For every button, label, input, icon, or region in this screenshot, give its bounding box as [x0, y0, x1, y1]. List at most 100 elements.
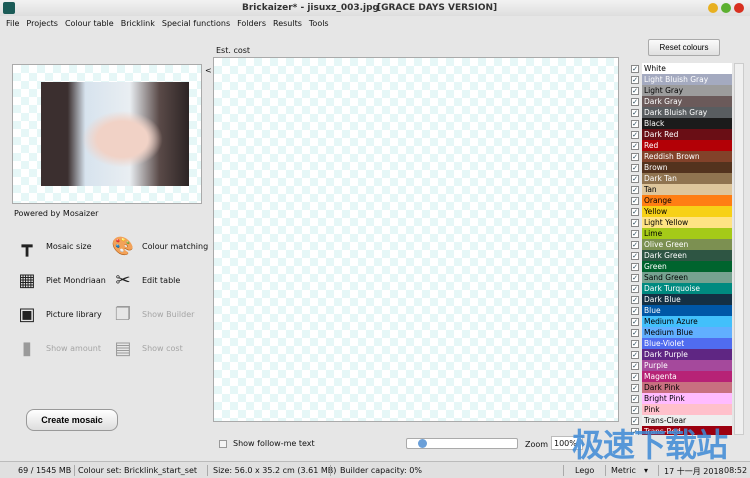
colour-checkbox[interactable]: ✓ [631, 185, 639, 194]
follow-me-checkbox[interactable] [219, 439, 227, 448]
memory-status: 69 / 1545 MB [18, 466, 72, 475]
create-mosaic-button[interactable]: Create mosaic [26, 409, 118, 431]
colour-item[interactable]: ✓ Dark Bluish Gray [629, 107, 732, 118]
tool-label: Show Builder [142, 309, 195, 319]
collapse-panel-button[interactable]: < [205, 66, 212, 75]
minimize-button[interactable] [708, 3, 718, 13]
colour-item[interactable]: ✓ Pink [629, 404, 732, 415]
colour-item[interactable]: ✓ Dark Purple [629, 349, 732, 360]
colour-list-scrollbar[interactable] [734, 63, 744, 435]
colour-item[interactable]: ✓ Dark Tan [629, 173, 732, 184]
menu-bricklink[interactable]: Bricklink [121, 19, 155, 28]
menu-tools[interactable]: Tools [309, 19, 329, 28]
colour-item[interactable]: ✓ Dark Blue [629, 294, 732, 305]
colour-checkbox[interactable]: ✓ [631, 108, 639, 117]
grid-icon: ▦ [18, 269, 36, 291]
menu-colour-table[interactable]: Colour table [65, 19, 114, 28]
menu-results[interactable]: Results [273, 19, 302, 28]
colour-checkbox[interactable]: ✓ [631, 372, 639, 381]
colour-checkbox[interactable]: ✓ [631, 295, 639, 304]
colour-checkbox[interactable]: ✓ [631, 218, 639, 227]
reset-colours-button[interactable]: Reset colours [648, 39, 720, 56]
follow-me-toggle[interactable]: Show follow-me text [219, 439, 315, 448]
colour-item[interactable]: ✓ Olive Green [629, 239, 732, 250]
maximize-button[interactable] [721, 3, 731, 13]
colour-item[interactable]: ✓ Green [629, 261, 732, 272]
show-cost-button[interactable]: ▤ Show cost [112, 337, 182, 359]
colour-item[interactable]: ✓ Red [629, 140, 732, 151]
colour-checkbox[interactable]: ✓ [631, 328, 639, 337]
colour-item[interactable]: ✓ Orange [629, 195, 732, 206]
colour-item[interactable]: ✓ Bright Pink [629, 393, 732, 404]
zoom-slider-thumb[interactable] [418, 439, 427, 448]
colour-checkbox[interactable]: ✓ [631, 64, 639, 73]
colour-item[interactable]: ✓ Medium Blue [629, 327, 732, 338]
colour-checkbox[interactable]: ✓ [631, 119, 639, 128]
colour-checkbox[interactable]: ✓ [631, 306, 639, 315]
zoom-label: Zoom [525, 440, 549, 449]
colour-checkbox[interactable]: ✓ [631, 240, 639, 249]
colour-item[interactable]: ✓ Sand Green [629, 272, 732, 283]
colour-checkbox[interactable]: ✓ [631, 229, 639, 238]
colour-checkbox[interactable]: ✓ [631, 273, 639, 282]
colour-item[interactable]: ✓ Dark Turquoise [629, 283, 732, 294]
colour-checkbox[interactable]: ✓ [631, 284, 639, 293]
units-dropdown[interactable]: Metric [611, 466, 636, 475]
colour-item[interactable]: ✓ Blue [629, 305, 732, 316]
colour-item[interactable]: ✓ Reddish Brown [629, 151, 732, 162]
colour-item[interactable]: ✓ Dark Green [629, 250, 732, 261]
colour-checkbox[interactable]: ✓ [631, 262, 639, 271]
colour-item[interactable]: ✓ Magenta [629, 371, 732, 382]
colour-matching-button[interactable]: 🎨 Colour matching [112, 235, 208, 257]
edit-table-button[interactable]: ✂ Edit table [112, 269, 180, 291]
colour-item[interactable]: ✓ Dark Red [629, 129, 732, 140]
colour-checkbox[interactable]: ✓ [631, 394, 639, 403]
image-preview[interactable] [12, 64, 202, 204]
menu-special-functions[interactable]: Special functions [162, 19, 230, 28]
colour-checkbox[interactable]: ✓ [631, 361, 639, 370]
show-amount-button[interactable]: ▮ Show amount [16, 337, 101, 359]
colour-checkbox[interactable]: ✓ [631, 130, 639, 139]
colour-checkbox[interactable]: ✓ [631, 196, 639, 205]
mosaic-canvas[interactable] [213, 57, 619, 422]
colour-item[interactable]: ✓ Black [629, 118, 732, 129]
colour-item[interactable]: ✓ Dark Gray [629, 96, 732, 107]
colour-item[interactable]: ✓ Purple [629, 360, 732, 371]
show-builder-button[interactable]: ❐ Show Builder [112, 303, 195, 325]
colour-checkbox[interactable]: ✓ [631, 141, 639, 150]
mosaic-size-button[interactable]: ┳ Mosaic size [16, 235, 92, 257]
colour-checkbox[interactable]: ✓ [631, 350, 639, 359]
colour-checkbox[interactable]: ✓ [631, 75, 639, 84]
colour-item[interactable]: ✓ Blue-Violet [629, 338, 732, 349]
colour-item[interactable]: ✓ Brown [629, 162, 732, 173]
colour-checkbox[interactable]: ✓ [631, 152, 639, 161]
colour-checkbox[interactable]: ✓ [631, 174, 639, 183]
colour-checkbox[interactable]: ✓ [631, 163, 639, 172]
colour-checkbox[interactable]: ✓ [631, 317, 639, 326]
colour-item[interactable]: ✓ Yellow [629, 206, 732, 217]
zoom-slider[interactable] [406, 438, 518, 449]
colour-checkbox[interactable]: ✓ [631, 97, 639, 106]
menu-folders[interactable]: Folders [237, 19, 266, 28]
colour-checkbox[interactable]: ✓ [631, 207, 639, 216]
colour-checkbox[interactable]: ✓ [631, 383, 639, 392]
colour-item[interactable]: ✓ Light Gray [629, 85, 732, 96]
close-button[interactable] [734, 3, 744, 13]
colour-item[interactable]: ✓ Medium Azure [629, 316, 732, 327]
colour-item[interactable]: ✓ Lime [629, 228, 732, 239]
menu-projects[interactable]: Projects [26, 19, 58, 28]
colour-checkbox[interactable]: ✓ [631, 251, 639, 260]
colour-checkbox[interactable]: ✓ [631, 339, 639, 348]
colour-checkbox[interactable]: ✓ [631, 405, 639, 414]
colour-item[interactable]: ✓ Dark Pink [629, 382, 732, 393]
colour-item[interactable]: ✓ White [629, 63, 732, 74]
units-dropdown-arrow-icon[interactable]: ▾ [644, 466, 648, 475]
colour-item[interactable]: ✓ Light Yellow [629, 217, 732, 228]
colour-checkbox[interactable]: ✓ [631, 86, 639, 95]
picture-library-button[interactable]: ▣ Picture library [16, 303, 101, 325]
colour-item[interactable]: ✓ Tan [629, 184, 732, 195]
scissors-icon: ✂ [115, 269, 131, 291]
piet-mondriaan-button[interactable]: ▦ Piet Mondriaan [16, 269, 105, 291]
colour-item[interactable]: ✓ Light Bluish Gray [629, 74, 732, 85]
menu-file[interactable]: File [6, 19, 19, 28]
